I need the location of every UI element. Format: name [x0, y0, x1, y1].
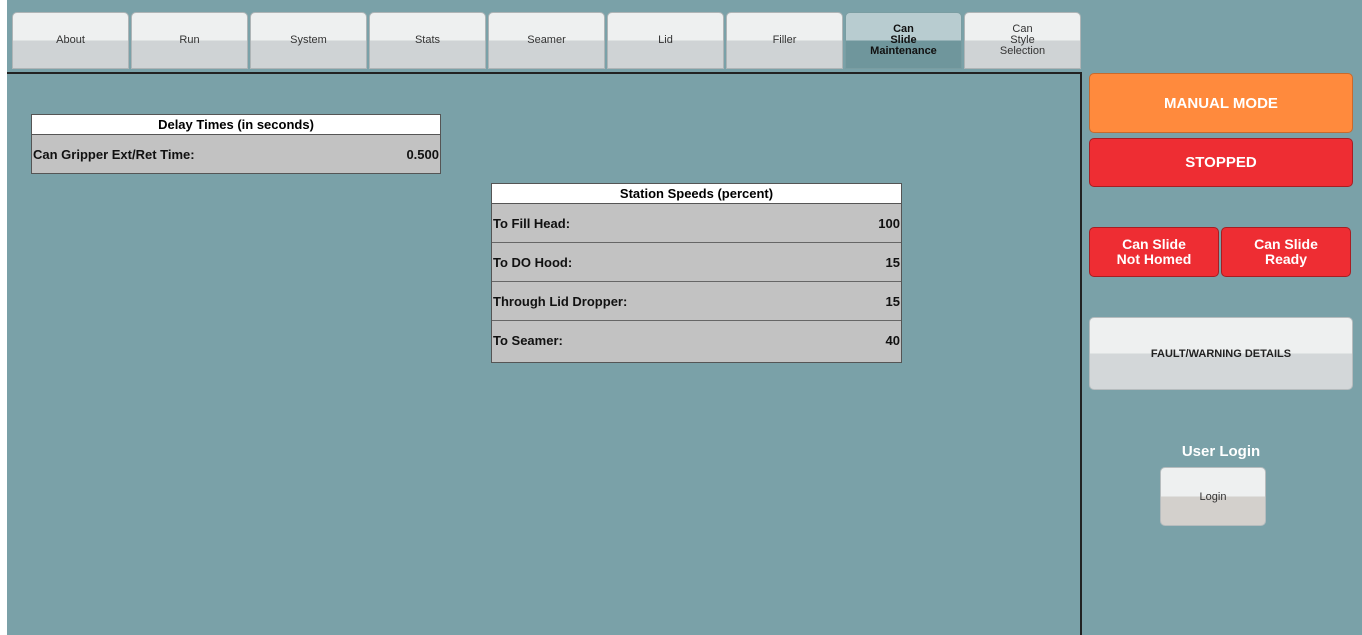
delay-times-table: Delay Times (in seconds) Can Gripper Ext… — [31, 114, 441, 174]
tab-stats[interactable]: Stats — [369, 12, 486, 69]
station-speeds-title: Station Speeds (percent) — [492, 184, 901, 204]
panel-divider — [1080, 72, 1082, 635]
tab-label: Run — [179, 34, 200, 46]
can-slide-not-homed-indicator[interactable]: Can Slide Not Homed — [1089, 227, 1219, 277]
tab-seamer[interactable]: Seamer — [488, 12, 605, 69]
user-login-title: User Login — [1181, 443, 1261, 460]
login-label: Login — [1199, 490, 1227, 503]
tab-label: Filler — [772, 34, 797, 46]
delay-times-title: Delay Times (in seconds) — [32, 115, 440, 135]
hmi-screen: About Run System Stats Seamer Lid Filler… — [7, 0, 1362, 635]
row-value[interactable]: 15 — [886, 294, 900, 309]
can-slide-ready-indicator[interactable]: Can Slide Ready — [1221, 227, 1351, 277]
tab-system[interactable]: System — [250, 12, 367, 69]
table-row[interactable]: Through Lid Dropper: 15 — [492, 282, 901, 321]
row-label: To Seamer: — [493, 333, 563, 348]
can-slide-ready-label: Can Slide Ready — [1254, 236, 1318, 267]
tab-label: Can Slide Maintenance — [870, 23, 937, 57]
tab-filler[interactable]: Filler — [726, 12, 843, 69]
tab-label: About — [56, 34, 85, 46]
tab-run[interactable]: Run — [131, 12, 248, 69]
tab-label: Lid — [658, 34, 673, 46]
table-row[interactable]: To DO Hood: 15 — [492, 243, 901, 282]
row-value[interactable]: 15 — [886, 255, 900, 270]
tab-label: Stats — [414, 34, 441, 46]
row-value[interactable]: 100 — [878, 216, 900, 231]
table-row[interactable]: To Fill Head: 100 — [492, 204, 901, 243]
row-label: Can Gripper Ext/Ret Time: — [33, 147, 195, 162]
tab-label: Can Style Selection — [999, 23, 1046, 57]
table-row[interactable]: To Seamer: 40 — [492, 321, 901, 360]
row-value[interactable]: 40 — [886, 333, 900, 348]
fault-warning-label: FAULT/WARNING DETAILS — [1150, 347, 1292, 360]
row-label: To DO Hood: — [493, 254, 573, 270]
tab-lid[interactable]: Lid — [607, 12, 724, 69]
can-slide-homed-label: Can Slide Not Homed — [1116, 236, 1192, 267]
header-divider — [7, 72, 1082, 74]
row-value[interactable]: 0.500 — [406, 147, 439, 162]
row-label: To Fill Head: — [493, 215, 571, 231]
manual-mode-button[interactable]: MANUAL MODE — [1089, 73, 1353, 133]
tab-about[interactable]: About — [12, 12, 129, 69]
tab-label: System — [290, 34, 327, 46]
table-row[interactable]: Can Gripper Ext/Ret Time: 0.500 — [32, 135, 440, 174]
stopped-label: STOPPED — [1185, 154, 1257, 171]
row-label: Through Lid Dropper: — [493, 293, 628, 309]
login-button[interactable]: Login — [1160, 467, 1266, 526]
tab-can-style-selection[interactable]: Can Style Selection — [964, 12, 1081, 69]
tab-label: Seamer — [527, 34, 566, 46]
fault-warning-details-button[interactable]: FAULT/WARNING DETAILS — [1089, 317, 1353, 390]
tab-can-slide-maintenance[interactable]: Can Slide Maintenance — [845, 12, 962, 69]
stopped-status-button[interactable]: STOPPED — [1089, 138, 1353, 187]
station-speeds-table: Station Speeds (percent) To Fill Head: 1… — [491, 183, 902, 363]
manual-mode-label: MANUAL MODE — [1164, 94, 1278, 112]
